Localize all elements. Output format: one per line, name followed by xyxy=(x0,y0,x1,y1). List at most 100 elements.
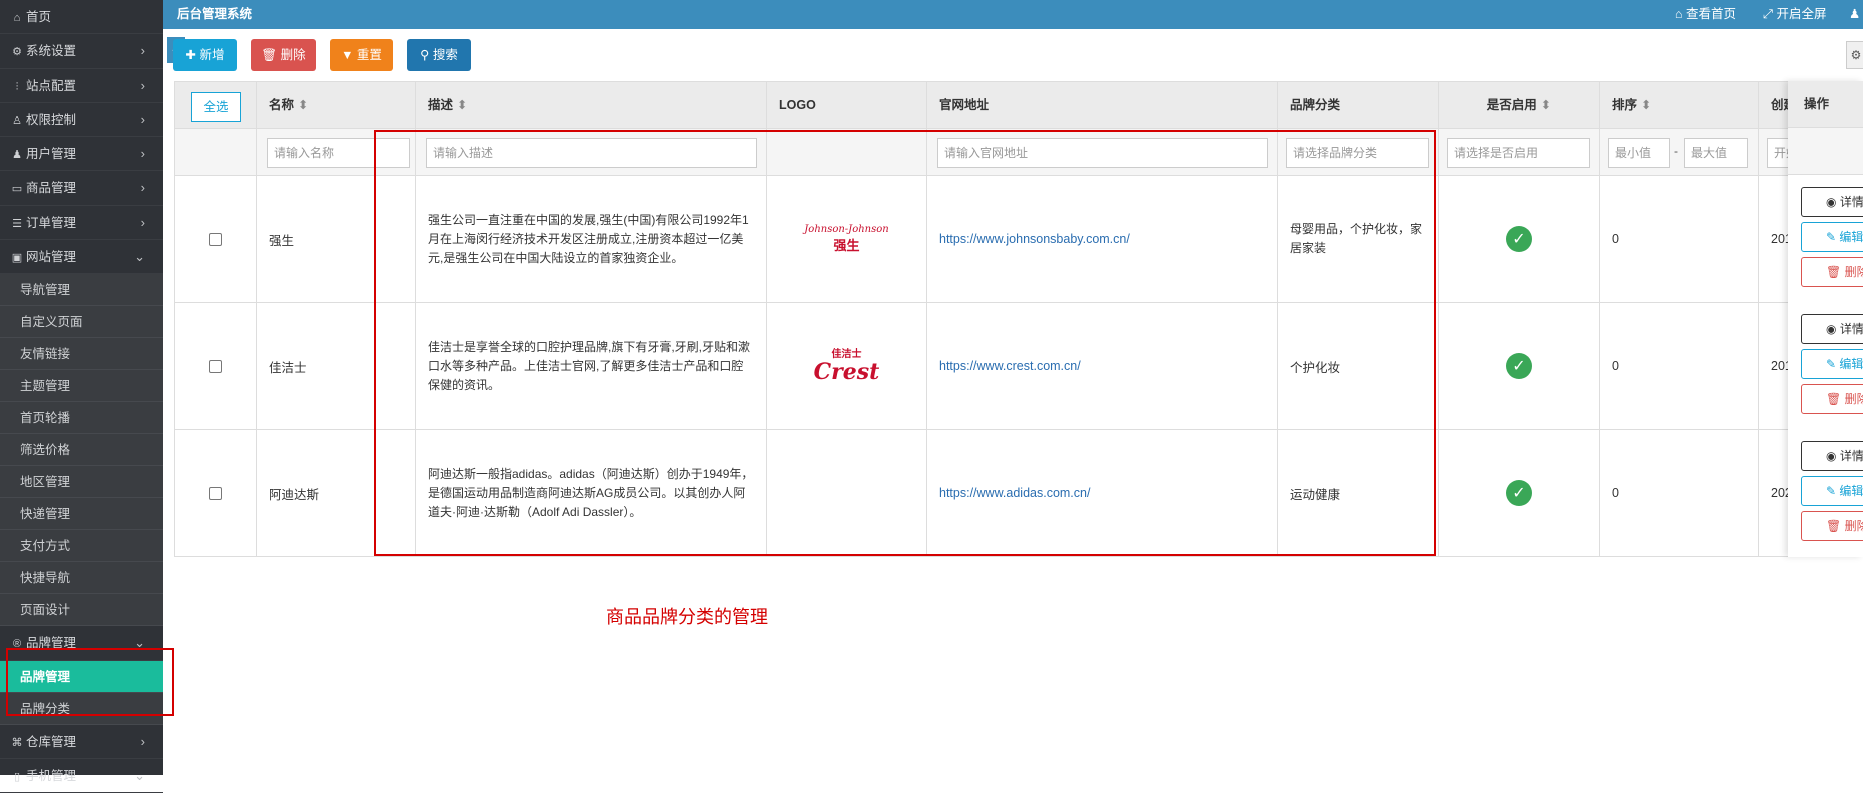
reset-label: 重置 xyxy=(356,48,382,62)
row-checkbox[interactable] xyxy=(209,359,222,373)
view-button[interactable]: ◉ 详情 xyxy=(1801,441,1863,471)
gear-icon: ⚙ xyxy=(12,46,22,59)
check-circle-icon[interactable]: ✓ xyxy=(1506,480,1532,506)
chevron-right-icon: › xyxy=(140,214,145,230)
sort-min-input[interactable]: 最小值 xyxy=(1608,138,1670,168)
user-icon[interactable]: ♟ xyxy=(1849,0,1860,29)
sort-icon: ⬍ xyxy=(1641,98,1652,112)
gear-icon[interactable]: ⚙ xyxy=(1846,41,1863,69)
cell-logo: 佳洁士 Crest xyxy=(767,303,927,430)
plus-icon: ✚ xyxy=(185,48,200,62)
add-label: 新增 xyxy=(199,48,225,62)
sidebar-subitem-price-filter[interactable]: 筛选价格 xyxy=(0,434,163,467)
filter-cell-sort: 最小值 - 最大值 xyxy=(1600,129,1759,176)
desc-filter-input[interactable]: 请输入描述 xyxy=(426,138,757,168)
name-filter-input[interactable]: 请输入名称 xyxy=(267,138,410,168)
header-sort[interactable]: 排序 ⬍ xyxy=(1600,82,1759,129)
view-home-link[interactable]: ⌂ 查看首页 xyxy=(1675,0,1736,29)
sidebar-item-brand[interactable]: ® 品牌管理 ⌄ xyxy=(0,626,163,661)
brand-table: 全选 名称 ⬍ 描述 ⬍ LOGO 官网地址 品牌分类 是否启用 ⬍ 排序 ⬍ 创建 请… xyxy=(174,81,1863,557)
edit-button[interactable]: ✎ 编辑 xyxy=(1801,349,1863,379)
row-checkbox-cell xyxy=(175,303,257,430)
sidebar-item-orders[interactable]: ☰ 订单管理 › xyxy=(0,206,163,241)
fullscreen-label: 开启全屏 xyxy=(1776,7,1827,21)
enabled-filter-select[interactable]: 请选择是否启用 xyxy=(1447,138,1590,168)
trash-icon: 🗑 xyxy=(1826,265,1845,279)
add-button[interactable]: ✚ 新增 xyxy=(173,39,237,71)
reset-button[interactable]: ▼ 重置 xyxy=(330,39,393,71)
url-filter-input[interactable]: 请输入官网地址 xyxy=(937,138,1268,168)
sidebar-subitem-payment[interactable]: 支付方式 xyxy=(0,530,163,563)
trash-icon: 🗑 xyxy=(1826,519,1845,533)
sidebar-subitem-custom-page[interactable]: 自定义页面 xyxy=(0,306,163,339)
header-actions: 操作 xyxy=(1788,81,1863,128)
view-button[interactable]: ◉ 详情 xyxy=(1801,187,1863,217)
sidebar-subitem-carousel[interactable]: 首页轮播 xyxy=(0,402,163,435)
edit-button[interactable]: ✎ 编辑 xyxy=(1801,222,1863,252)
filter-cell-category: 请选择品牌分类 xyxy=(1278,129,1439,176)
chevron-right-icon: › xyxy=(140,77,145,93)
sidebar-subitem-region[interactable]: 地区管理 xyxy=(0,466,163,499)
remove-button[interactable]: 🗑 删除 xyxy=(1801,257,1863,287)
home-icon: ⌂ xyxy=(1675,7,1687,21)
header-label: 名称 xyxy=(269,98,295,112)
cell-enabled: ✓ xyxy=(1439,303,1600,430)
check-circle-icon[interactable]: ✓ xyxy=(1506,353,1532,379)
header-desc[interactable]: 描述 ⬍ xyxy=(416,82,767,129)
eye-icon: ◉ xyxy=(1826,449,1840,463)
sidebar-subitem-express[interactable]: 快递管理 xyxy=(0,498,163,531)
cell-enabled: ✓ xyxy=(1439,430,1600,557)
sidebar-item-warehouse[interactable]: ⌘ 仓库管理 › xyxy=(0,725,163,759)
search-button[interactable]: ⚲ 搜索 xyxy=(407,39,471,71)
sidebar-item-website[interactable]: ▣ 网站管理 ⌄ xyxy=(0,240,163,275)
header-url: 官网地址 xyxy=(927,82,1278,129)
sidebar-item-products[interactable]: ▭ 商品管理 › xyxy=(0,171,163,206)
chevron-down-icon: ⌄ xyxy=(134,767,145,783)
sidebar-subitem-links[interactable]: 友情链接 xyxy=(0,338,163,371)
sidebar-item-permissions[interactable]: ♙ 权限控制 › xyxy=(0,103,163,138)
select-all-button[interactable]: 全选 xyxy=(191,92,241,122)
edit-button[interactable]: ✎ 编辑 xyxy=(1801,476,1863,506)
trash-icon: 🗑 xyxy=(1826,392,1845,406)
fullscreen-link[interactable]: ⤢ 开启全屏 xyxy=(1763,0,1827,29)
sidebar-item-site-config[interactable]: ⫶ 站点配置 › xyxy=(0,69,163,103)
chevron-down-icon: ⌄ xyxy=(134,249,145,265)
cell-url-link[interactable]: https://www.johnsonsbaby.com.cn/ xyxy=(927,176,1278,303)
sidebar-item-label: 权限控制 xyxy=(26,112,77,127)
edit-label: 编辑 xyxy=(1839,484,1863,498)
check-circle-icon[interactable]: ✓ xyxy=(1506,226,1532,252)
remove-button[interactable]: 🗑 删除 xyxy=(1801,384,1863,414)
sidebar-item-home[interactable]: ⌂ 首页 xyxy=(0,0,163,35)
delete-button[interactable]: 🗑 删除 xyxy=(251,39,316,71)
sidebar-subitem-theme[interactable]: 主题管理 xyxy=(0,370,163,403)
row-checkbox[interactable] xyxy=(209,486,222,500)
view-label: 详情 xyxy=(1839,322,1863,336)
sidebar-subitem-nav[interactable]: 导航管理 xyxy=(0,274,163,307)
cell-name: 强生 xyxy=(257,176,416,303)
header-name[interactable]: 名称 ⬍ xyxy=(257,82,416,129)
sidebar-subitem-brand-manage[interactable]: 品牌管理 xyxy=(0,660,163,693)
view-button[interactable]: ◉ 详情 xyxy=(1801,314,1863,344)
sidebar-subitem-brand-category[interactable]: 品牌分类 xyxy=(0,692,163,725)
row-checkbox[interactable] xyxy=(209,232,222,246)
sidebar-item-label: 订单管理 xyxy=(26,215,77,230)
remove-button[interactable]: 🗑 删除 xyxy=(1801,511,1863,541)
sidebar-item-system-settings[interactable]: ⚙ 系统设置 › xyxy=(0,34,163,69)
search-icon: ⚲ xyxy=(420,48,433,62)
sidebar-item-mobile[interactable]: ▯ 手机管理 ⌄ xyxy=(0,759,163,794)
filter-cell-name: 请输入名称 xyxy=(257,129,416,176)
chevron-right-icon: › xyxy=(140,733,145,749)
sort-max-input[interactable]: 最大值 xyxy=(1684,138,1748,168)
sidebar-subitem-page-design[interactable]: 页面设计 xyxy=(0,594,163,627)
header-label: LOGO xyxy=(779,98,816,112)
cell-url-link[interactable]: https://www.crest.com.cn/ xyxy=(927,303,1278,430)
category-filter-select[interactable]: 请选择品牌分类 xyxy=(1286,138,1429,168)
filter-cell-enabled: 请选择是否启用 xyxy=(1439,129,1600,176)
cell-url-link[interactable]: https://www.adidas.com.cn/ xyxy=(927,430,1278,557)
row-checkbox-cell xyxy=(175,430,257,557)
range-separator: - xyxy=(1674,144,1678,158)
cell-enabled: ✓ xyxy=(1439,176,1600,303)
sidebar-subitem-quicknav[interactable]: 快捷导航 xyxy=(0,562,163,595)
sidebar-item-users[interactable]: ♟ 用户管理 › xyxy=(0,137,163,172)
header-enabled[interactable]: 是否启用 ⬍ xyxy=(1439,82,1600,129)
